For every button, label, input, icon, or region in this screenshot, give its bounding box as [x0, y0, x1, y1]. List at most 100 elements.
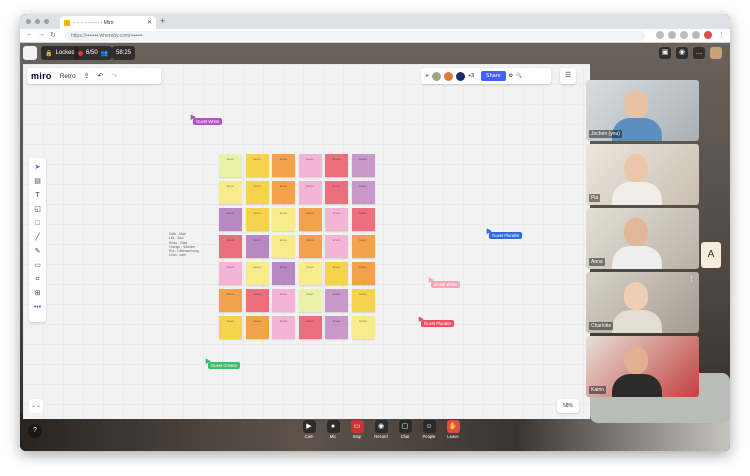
sticky-note[interactable]: lorem — [245, 262, 269, 285]
participant-avatar[interactable]: A — [701, 242, 721, 268]
sticky-note[interactable]: lorem — [298, 154, 322, 177]
sticky-note[interactable]: lorem — [325, 289, 348, 312]
collaborator-avatar[interactable] — [432, 71, 442, 81]
sticky-note[interactable]: lorem — [272, 316, 295, 339]
shape-icon[interactable]: □ — [32, 218, 44, 229]
sticky-note[interactable]: lorem — [351, 154, 375, 177]
help-button[interactable]: ? — [28, 424, 42, 438]
sticky-note[interactable]: lorem — [351, 208, 375, 231]
cursor-icon[interactable]: ➤ — [32, 162, 44, 173]
sticky-note[interactable]: lorem — [325, 262, 348, 285]
sticky-note[interactable]: lorem — [351, 262, 375, 285]
frame-icon[interactable]: ▤ — [32, 176, 44, 187]
url-field[interactable]: https://•••••••.whereby.com/••••••• — [65, 31, 645, 41]
sticky-note[interactable]: lorem — [219, 208, 242, 231]
sticky-note[interactable]: lorem — [219, 262, 242, 285]
sticky-note[interactable]: lorem — [272, 289, 295, 312]
sticky-note[interactable]: lorem — [351, 235, 375, 258]
extra-collaborators[interactable]: +3 — [468, 73, 474, 79]
sticky-note[interactable]: lorem — [298, 208, 322, 231]
sticky-note[interactable]: lorem — [272, 181, 295, 204]
sticky-note[interactable]: lorem — [298, 262, 322, 285]
search-icon[interactable]: 🔍 — [516, 73, 522, 79]
reload-icon[interactable]: ↻ — [50, 31, 56, 39]
sticky-note[interactable]: lorem — [325, 181, 348, 204]
export-icon[interactable]: ⇪ — [84, 72, 90, 80]
undo-icon[interactable]: ↶ — [97, 72, 103, 80]
settings-sliders-icon[interactable]: ⚙ — [509, 73, 513, 79]
text-icon[interactable]: T — [32, 190, 44, 201]
collaborator-avatar[interactable] — [444, 71, 454, 81]
zoom-level[interactable]: 58% — [557, 399, 579, 413]
sticky-note[interactable]: lorem — [272, 154, 295, 177]
more-icon[interactable]: ••• — [32, 302, 44, 313]
browser-tab[interactable]: ···· ··········· - Miro ✕ — [60, 16, 156, 29]
people-button[interactable]: ☺ People — [420, 420, 438, 439]
sticky-note[interactable]: lorem — [245, 181, 269, 204]
share-button[interactable]: Share — [480, 71, 506, 81]
sticky-note[interactable]: lorem — [351, 181, 375, 204]
minimap-toggle[interactable]: ⌄⌄ — [29, 399, 43, 413]
sticky-note[interactable]: lorem — [245, 208, 269, 231]
sticky-note[interactable]: lorem — [245, 316, 269, 339]
video-tile[interactable]: Anna — [586, 208, 699, 269]
sticky-note[interactable]: lorem — [219, 289, 242, 312]
video-tile[interactable]: Pia — [586, 144, 699, 205]
cam-button[interactable]: ▶ Cam — [300, 420, 318, 439]
redo-icon[interactable]: ↷ — [111, 72, 117, 80]
stop-share-button[interactable]: ▭ Stop — [348, 420, 366, 439]
back-icon[interactable]: ← — [26, 31, 33, 38]
leave-button[interactable]: ✋ Leave — [444, 420, 462, 439]
sticky-note[interactable]: lorem — [298, 181, 322, 204]
sticky-note[interactable]: lorem — [245, 235, 269, 258]
sticky-note[interactable]: lorem — [325, 154, 348, 177]
board-menu-icon[interactable]: ☰ — [560, 68, 576, 84]
sticky-note[interactable]: lorem — [298, 235, 322, 258]
sticky-note[interactable]: lorem — [272, 235, 295, 258]
comment-icon[interactable]: ▭ — [32, 260, 44, 271]
window-controls[interactable] — [26, 19, 49, 24]
more-options-icon[interactable]: … — [693, 47, 705, 59]
extension-icon[interactable] — [680, 31, 688, 39]
menu-icon[interactable]: ⋮ — [718, 31, 725, 39]
profile-icon[interactable] — [704, 31, 712, 39]
cursor-share-icon[interactable]: ➤ — [425, 73, 429, 79]
close-tab-icon[interactable]: ✕ — [147, 19, 152, 26]
sticky-note[interactable]: lorem — [325, 208, 348, 231]
record-button[interactable]: ◉ Record — [372, 420, 390, 439]
mic-button[interactable]: ● Mic — [324, 420, 342, 439]
video-tile[interactable]: Katrin — [586, 336, 699, 397]
sticky-note[interactable]: lorem — [219, 181, 242, 204]
upload-icon[interactable]: ⊞ — [32, 288, 44, 299]
sticky-note[interactable]: lorem — [351, 316, 375, 339]
screen-layout-icon[interactable]: ▣ — [659, 47, 671, 59]
miro-board[interactable]: miro Retro ⇪ ↶ ↷ ➤ +3 Share ⚙ 🔍 ☰ ➤ ▤ T … — [23, 64, 590, 419]
new-tab-button[interactable]: + — [160, 16, 165, 26]
extension-icon[interactable] — [656, 31, 664, 39]
sticky-note[interactable]: lorem — [219, 316, 242, 339]
pen-icon[interactable]: ╱ — [32, 232, 44, 243]
video-tile[interactable]: Jochen (you) — [586, 80, 699, 141]
settings-icon[interactable]: ◉ — [676, 47, 688, 59]
sticky-note[interactable]: lorem — [298, 289, 322, 312]
sticky-note[interactable]: lorem — [245, 289, 269, 312]
sticky-note[interactable]: lorem — [272, 262, 295, 285]
sticky-note[interactable]: lorem — [298, 316, 322, 339]
sticky-note[interactable]: lorem — [325, 316, 348, 339]
sticky-note[interactable]: lorem — [219, 154, 242, 177]
tile-options-icon[interactable]: ⋮ — [688, 275, 695, 283]
board-name[interactable]: Retro — [60, 73, 76, 80]
sticky-note-icon[interactable]: ◱ — [32, 204, 44, 215]
sticky-note[interactable]: lorem — [272, 208, 295, 231]
chat-button[interactable]: ▢ Chat — [396, 420, 414, 439]
collaborator-avatar[interactable] — [456, 71, 466, 81]
extension-icon[interactable] — [692, 31, 700, 39]
crop-icon[interactable]: ⌗ — [32, 274, 44, 285]
extension-icon[interactable] — [668, 31, 676, 39]
sticky-note[interactable]: lorem — [325, 235, 348, 258]
sticky-note[interactable]: lorem — [245, 154, 269, 177]
sticky-note[interactable]: lorem — [219, 235, 242, 258]
self-avatar[interactable] — [710, 47, 722, 59]
video-tile[interactable]: Charlotte ⋮ — [586, 272, 699, 333]
forward-icon[interactable]: → — [38, 31, 45, 38]
